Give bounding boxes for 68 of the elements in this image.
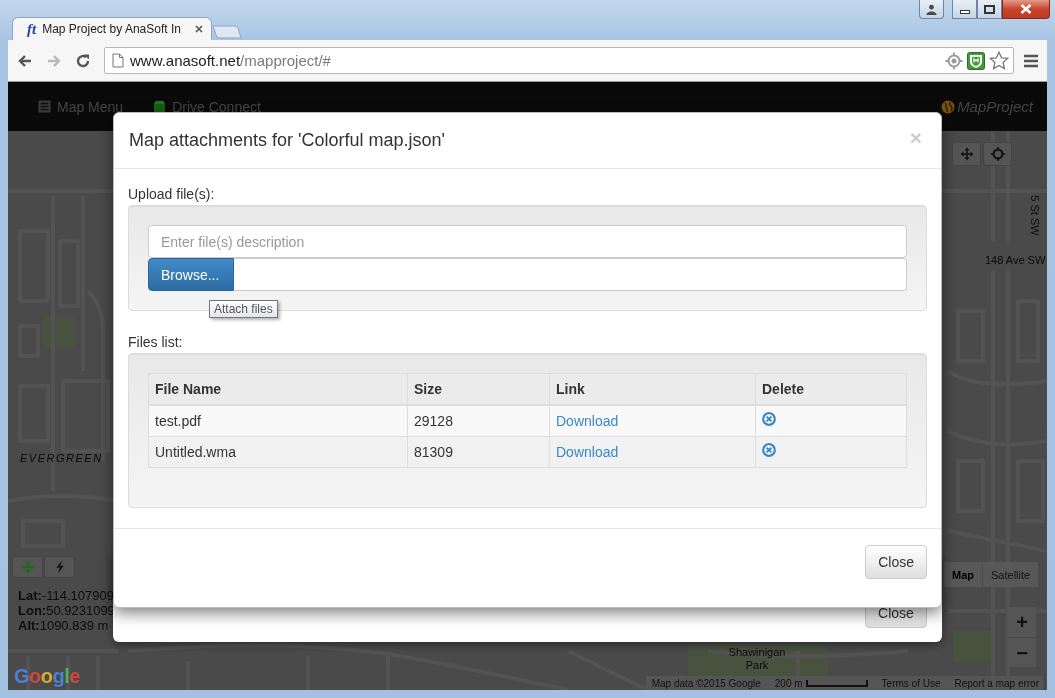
map-type-button[interactable]: Satellite — [982, 562, 1039, 587]
close-button[interactable]: × — [909, 127, 926, 148]
address-bar[interactable]: www.anasoft.net/mapproject/# — [104, 47, 1014, 74]
map-label: 148 Ave SW — [985, 254, 1046, 267]
delete-icon[interactable] — [762, 412, 776, 426]
map-label: 5 St SW — [1027, 195, 1041, 236]
shield-extension-icon[interactable] — [967, 51, 985, 70]
column-header: File Name — [148, 373, 408, 405]
reload-icon[interactable] — [75, 52, 91, 69]
description-field[interactable]: Enter file(s) description — [148, 225, 907, 258]
minimize-button[interactable] — [952, 0, 977, 19]
table-cell: Untitled.wma — [148, 436, 408, 468]
lightning-icon — [54, 560, 65, 574]
table-cell: 81309 — [407, 436, 550, 468]
pan-button[interactable] — [952, 142, 981, 166]
browser-tab[interactable]: ft Map Project by AnaSoft In — [12, 17, 212, 40]
map-label: EVERGREEN — [20, 452, 103, 465]
minimize-icon — [959, 9, 970, 14]
nav-link[interactable]: Map Menu — [38, 98, 124, 115]
location-icon[interactable] — [945, 51, 963, 70]
map-label: Shawinigan Park — [727, 646, 787, 672]
coordinate-text: Lon:50.9231099 — [18, 603, 115, 618]
profile-button[interactable] — [919, 0, 944, 19]
map-type-button[interactable]: Map — [944, 562, 982, 587]
nav-link[interactable]: Drive Connect — [153, 98, 261, 115]
move-arrows-icon — [959, 147, 974, 161]
attribution-text: Map data ©2015 Google — [651, 677, 761, 689]
download-link[interactable]: Download — [556, 413, 619, 429]
column-header: Delete — [755, 373, 907, 405]
person-icon — [926, 3, 937, 15]
page-icon — [112, 53, 124, 68]
coordinate-text: Lat:-114.107909 — [18, 588, 115, 603]
globe-icon — [941, 99, 956, 114]
close-icon — [1020, 4, 1032, 14]
column-header: Size — [407, 373, 550, 405]
close-icon[interactable] — [195, 25, 203, 33]
column-header: Link — [549, 373, 756, 405]
close-button[interactable]: Close — [865, 545, 927, 579]
table-cell: test.pdf — [148, 405, 408, 437]
upload-label: Upload file(s): — [128, 185, 216, 204]
delete-icon[interactable] — [762, 443, 776, 457]
files-label: Files list: — [128, 333, 184, 352]
drive-icon — [153, 100, 167, 113]
brand-link[interactable]: MapProject — [941, 98, 1033, 115]
dialog-title: Map attachments for 'Colorful map.json' — [129, 129, 445, 152]
target-icon — [990, 147, 1005, 161]
maximize-icon — [984, 4, 995, 14]
list-icon — [38, 100, 51, 113]
report-link[interactable]: Report a map error — [954, 677, 1039, 689]
tooltip: Attach files — [209, 300, 278, 318]
move-arrows-icon — [20, 560, 35, 574]
menu-icon[interactable] — [1023, 52, 1039, 69]
locate-button[interactable] — [983, 142, 1012, 166]
close-window-button[interactable] — [1002, 0, 1050, 19]
zoom-out-button[interactable]: − — [1008, 637, 1036, 667]
google-logo: Google — [14, 666, 80, 686]
terms-link[interactable]: Terms of Use — [881, 677, 941, 689]
maximize-button[interactable] — [977, 0, 1002, 19]
table-cell: 29128 — [407, 405, 550, 437]
browse-button[interactable]: Browse... — [148, 258, 234, 291]
favicon-logo: ft — [27, 21, 37, 37]
scale-bar-icon — [805, 679, 868, 687]
scale-label: 200 m — [774, 677, 803, 689]
lightning-button[interactable] — [44, 556, 75, 578]
download-link[interactable]: Download — [556, 444, 619, 460]
file-name-field[interactable] — [234, 258, 907, 291]
star-icon[interactable] — [989, 51, 1009, 70]
back-icon[interactable] — [17, 52, 33, 69]
